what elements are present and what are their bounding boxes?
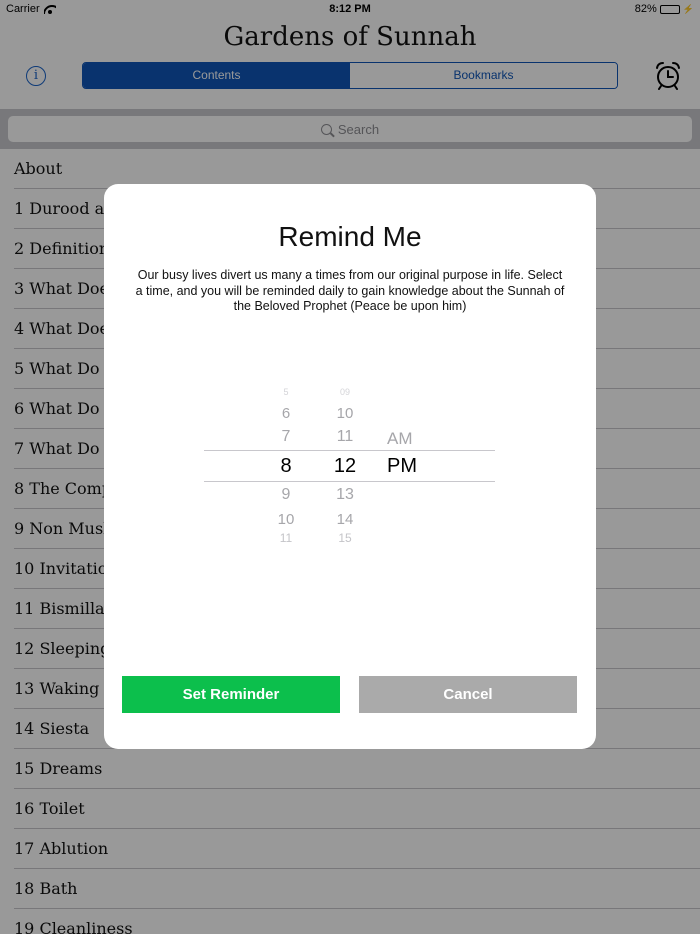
set-reminder-button[interactable]: Set Reminder bbox=[122, 676, 340, 713]
minute-wheel[interactable]: 09 10 11 12 13 14 15 bbox=[325, 382, 365, 550]
hour-option[interactable]: 7 bbox=[266, 428, 306, 446]
hour-option-selected[interactable]: 8 bbox=[266, 455, 306, 478]
hour-wheel[interactable]: 5 6 7 8 9 10 11 bbox=[266, 382, 306, 550]
period-option-selected[interactable]: PM bbox=[387, 455, 437, 478]
dialog-description: Our busy lives divert us many a times fr… bbox=[135, 268, 565, 313]
minute-option-selected[interactable]: 12 bbox=[325, 455, 365, 478]
hour-option[interactable]: 10 bbox=[266, 511, 306, 528]
dialog-title: Remind Me bbox=[278, 221, 422, 252]
hour-option[interactable]: 5 bbox=[266, 387, 306, 397]
minute-option[interactable]: 09 bbox=[325, 387, 365, 397]
remind-me-dialog: Remind Me Our busy lives divert us many … bbox=[104, 184, 596, 749]
minute-option[interactable]: 10 bbox=[325, 405, 365, 422]
period-wheel[interactable]: AM PM bbox=[387, 382, 447, 550]
time-picker[interactable]: 5 6 7 8 9 10 11 09 10 11 12 13 14 15 AM … bbox=[204, 382, 495, 550]
cancel-button[interactable]: Cancel bbox=[359, 676, 577, 713]
minute-option[interactable]: 15 bbox=[325, 531, 365, 545]
hour-option[interactable]: 9 bbox=[266, 486, 306, 504]
hour-option[interactable]: 11 bbox=[266, 531, 306, 545]
hour-option[interactable]: 6 bbox=[266, 405, 306, 422]
minute-option[interactable]: 13 bbox=[325, 486, 365, 504]
period-option[interactable]: AM bbox=[387, 429, 437, 449]
minute-option[interactable]: 14 bbox=[325, 511, 365, 528]
minute-option[interactable]: 11 bbox=[325, 428, 365, 446]
